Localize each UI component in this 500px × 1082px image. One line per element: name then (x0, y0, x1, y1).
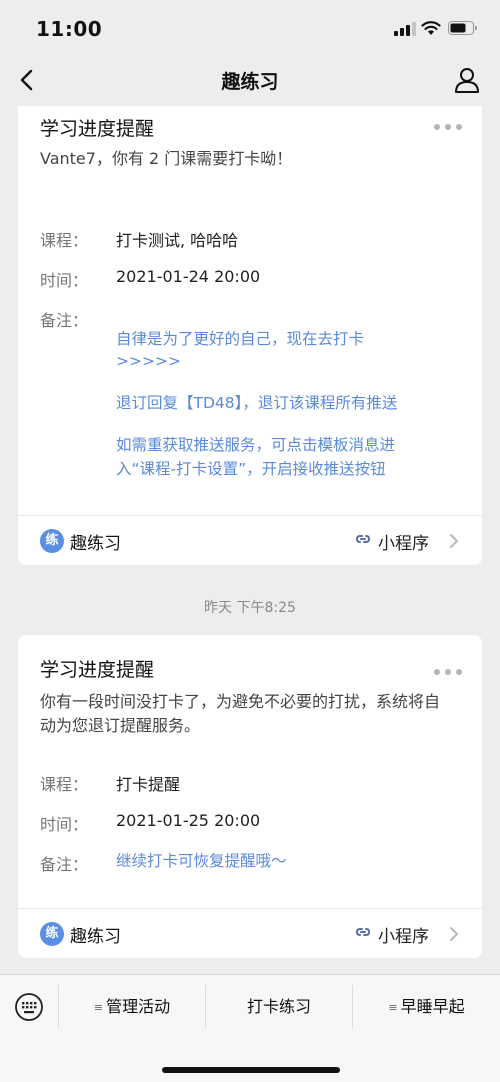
card-footer[interactable]: 练 趣练习 小程序 (18, 908, 482, 958)
keyboard-icon[interactable] (14, 992, 44, 1022)
more-icon[interactable] (434, 124, 462, 132)
mini-program-label: 小程序 (378, 534, 429, 554)
chevron-right-icon (450, 927, 458, 941)
page-title: 趣练习 (221, 71, 279, 93)
status-time: 11:00 (36, 17, 103, 41)
status-bar: 11:00 (0, 0, 500, 54)
menu-item-early-sleep[interactable]: ≡ 早睡早起 (353, 975, 500, 1038)
course-label: 课程： (40, 775, 89, 794)
signal-icon (394, 22, 416, 36)
time-label: 时间： (40, 271, 89, 290)
remark-line: >>>>> (116, 352, 181, 370)
remark-label: 备注： (40, 311, 89, 330)
menu-item-manage-activity[interactable]: ≡ 管理活动 (59, 975, 205, 1038)
app-badge-icon: 练 (40, 529, 64, 553)
card-title: 学习进度提醒 (40, 118, 155, 140)
remark-line: 入“课程-打卡设置”，开启接收推送按钮 (116, 460, 386, 478)
card-footer[interactable]: 练 趣练习 小程序 (18, 515, 482, 565)
course-value: 打卡提醒 (116, 775, 181, 794)
remark-line: 如需重获取推送服务，可点击模板消息进 (116, 436, 396, 454)
message-timestamp: 昨天 下午8:25 (204, 600, 296, 616)
profile-icon[interactable] (453, 66, 481, 94)
course-value: 打卡测试, 哈哈哈 (116, 231, 239, 250)
home-indicator[interactable] (162, 1067, 340, 1073)
message-card[interactable]: 学习进度提醒 你有一段时间没打卡了，为避免不必要的打扰，系统将自动为您退订提醒服… (18, 635, 482, 958)
bottom-menu-bar: ≡ 管理活动 打卡练习 ≡ 早睡早起 (0, 974, 500, 1082)
remark-line: 自律是为了更好的自己，现在去打卡 (116, 330, 365, 348)
nav-bar: 趣练习 (0, 54, 500, 106)
remark-line: 继续打卡可恢复提醒哦～ (116, 852, 287, 870)
menu-item-label: 早睡早起 (400, 997, 465, 1016)
time-value: 2021-01-25 20:00 (116, 811, 261, 830)
card-title: 学习进度提醒 (40, 659, 155, 681)
wifi-icon (421, 21, 441, 35)
app-name: 趣练习 (70, 927, 121, 947)
app-name: 趣练习 (70, 534, 121, 554)
mini-program-label: 小程序 (378, 927, 429, 947)
more-icon[interactable] (434, 669, 462, 677)
message-card[interactable]: 学习进度提醒 Vante7，你有 2 门课需要打卡呦！ 课程： 打卡测试, 哈哈… (18, 106, 482, 565)
menu-item-label: 打卡练习 (246, 997, 311, 1016)
mini-program-icon (355, 535, 371, 543)
menu-item-checkin-practice[interactable]: 打卡练习 (206, 975, 352, 1038)
submenu-icon: ≡ (93, 1001, 104, 1014)
mini-program-icon (355, 928, 371, 936)
app-badge-icon: 练 (40, 922, 64, 946)
battery-icon (448, 21, 477, 35)
course-label: 课程： (40, 231, 89, 250)
remark-label: 备注： (40, 855, 89, 874)
time-value: 2021-01-24 20:00 (116, 267, 261, 286)
remark-line: 退订回复【TD48】，退订该课程所有推送 (116, 394, 398, 412)
menu-item-label: 管理活动 (106, 997, 171, 1016)
time-label: 时间： (40, 815, 89, 834)
card-intro: Vante7，你有 2 门课需要打卡呦！ (40, 149, 293, 168)
submenu-icon: ≡ (388, 1001, 398, 1014)
chevron-right-icon (450, 534, 458, 548)
card-intro: 你有一段时间没打卡了，为避免不必要的打扰，系统将自动为您退订提醒服务。 (40, 692, 441, 735)
